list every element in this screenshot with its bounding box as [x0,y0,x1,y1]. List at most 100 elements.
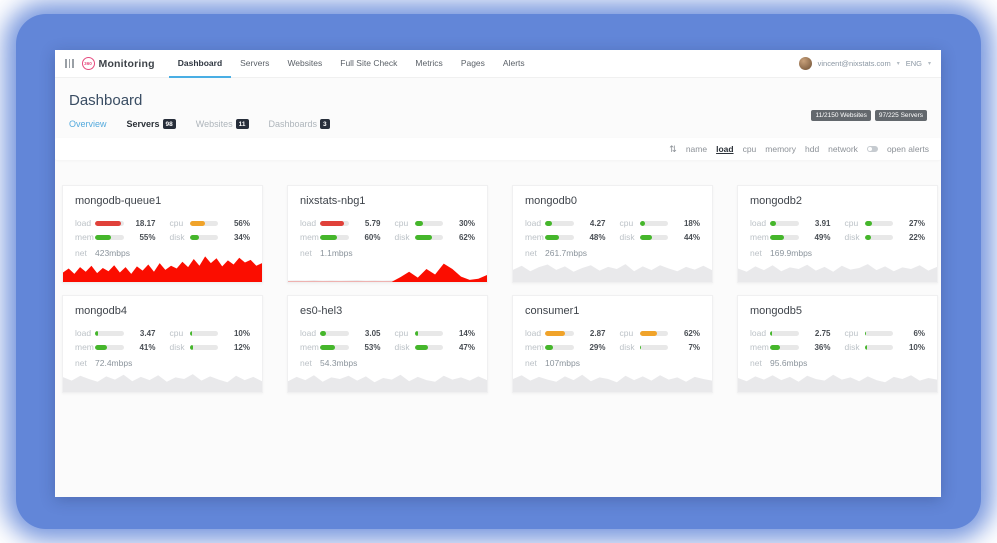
load-label: load [750,218,770,228]
load-metric: load 2.87 [525,328,606,338]
open-alerts-label[interactable]: open alerts [887,144,929,154]
avatar[interactable] [799,57,812,70]
mem-metric: mem 49% [750,232,831,242]
nav-item-full-site-check[interactable]: Full Site Check [331,50,406,78]
tab-label: Websites [196,119,233,129]
load-value: 2.87 [580,329,606,338]
load-metric: load 2.75 [750,328,831,338]
server-card[interactable]: nixstats-nbg1 load 5.79 cpu 30% mem [287,185,488,283]
disk-metric: disk 44% [620,232,701,242]
tab-dashboards[interactable]: Dashboards3 [269,119,330,129]
tab-websites[interactable]: Websites11 [196,119,249,129]
server-card[interactable]: mongodb-queue1 load 18.17 cpu 56% mem [62,185,263,283]
server-card[interactable]: mongodb0 load 4.27 cpu 18% mem 48% [512,185,713,283]
nav-item-servers[interactable]: Servers [231,50,278,78]
mem-bar [545,345,574,350]
disk-value: 22% [899,233,925,242]
sort-option-name[interactable]: name [686,144,707,154]
cpu-bar [640,331,669,336]
server-metrics: load 18.17 cpu 56% mem 55% disk [63,207,262,258]
cpu-value: 27% [899,219,925,228]
server-name: mongodb2 [738,186,937,207]
disk-label: disk [620,232,640,242]
load-metric: load 4.27 [525,218,606,228]
open-alerts-toggle[interactable] [867,146,878,152]
nav-item-metrics[interactable]: Metrics [406,50,451,78]
sort-option-memory[interactable]: memory [765,144,796,154]
disk-metric: disk 10% [845,342,926,352]
sort-option-load[interactable]: load [716,144,733,154]
sort-option-cpu[interactable]: cpu [743,144,757,154]
chevron-down-icon: ▾ [897,60,900,67]
apps-grid-icon[interactable] [65,59,74,68]
load-metric: load 3.05 [300,328,381,338]
mem-bar [95,345,124,350]
page: 360 Monitoring DashboardServersWebsitesF… [0,0,997,543]
server-metrics: load 3.91 cpu 27% mem 49% disk [738,207,937,258]
cpu-metric: cpu 62% [620,328,701,338]
server-name: mongodb4 [63,296,262,317]
disk-label: disk [395,342,415,352]
load-bar [770,221,799,226]
disk-label: disk [170,232,190,242]
tab-label: Dashboards [269,119,318,129]
nav-item-pages[interactable]: Pages [452,50,494,78]
server-card[interactable]: mongodb5 load 2.75 cpu 6% mem 36% [737,295,938,393]
mem-value: 55% [130,233,156,242]
nav-item-websites[interactable]: Websites [278,50,331,78]
cpu-label: cpu [395,328,415,338]
disk-label: disk [845,342,865,352]
mem-value: 36% [805,343,831,352]
language-menu[interactable]: ENG [906,59,922,68]
mem-metric: mem 48% [525,232,606,242]
disk-bar [865,345,894,350]
disk-value: 34% [224,233,250,242]
disk-metric: disk 22% [845,232,926,242]
mem-value: 53% [355,343,381,352]
disk-bar [415,235,444,240]
tab-servers[interactable]: Servers98 [127,119,176,129]
disk-metric: disk 62% [395,232,476,242]
load-metric: load 18.17 [75,218,156,228]
tab-overview[interactable]: Overview [69,119,107,129]
tab-count-badge: 3 [320,119,330,129]
cpu-bar [190,331,219,336]
disk-value: 44% [674,233,700,242]
quota-badge[interactable]: 97/225 Servers [875,110,927,121]
sort-option-hdd[interactable]: hdd [805,144,819,154]
server-card[interactable]: consumer1 load 2.87 cpu 62% mem 29% [512,295,713,393]
logo-360-icon: 360 [82,57,95,70]
load-bar [95,221,124,226]
quota-badges: 11/2150 Websites 97/225 Servers [811,110,927,121]
server-card[interactable]: mongodb4 load 3.47 cpu 10% mem 41% [62,295,263,393]
mem-label: mem [525,232,545,242]
cpu-label: cpu [170,328,190,338]
nav-item-alerts[interactable]: Alerts [494,50,534,78]
cpu-bar [415,221,444,226]
server-metrics: load 3.05 cpu 14% mem 53% disk [288,317,487,368]
cpu-metric: cpu 56% [170,218,251,228]
sort-option-network[interactable]: network [828,144,858,154]
user-email-menu[interactable]: vincent@nixstats.com [818,59,891,68]
cpu-metric: cpu 18% [620,218,701,228]
disk-value: 10% [899,343,925,352]
disk-bar [640,235,669,240]
mem-metric: mem 60% [300,232,381,242]
server-card[interactable]: mongodb2 load 3.91 cpu 27% mem 49% [737,185,938,283]
mem-value: 41% [130,343,156,352]
cpu-bar [415,331,444,336]
cpu-bar [640,221,669,226]
disk-bar [190,235,219,240]
mem-label: mem [300,342,320,352]
nav-item-dashboard[interactable]: Dashboard [169,50,231,78]
disk-metric: disk 12% [170,342,251,352]
page-header: Dashboard 11/2150 Websites97/225 Servers [55,78,941,109]
server-card[interactable]: es0-hel3 load 3.05 cpu 14% mem 53% [287,295,488,393]
cpu-value: 62% [674,329,700,338]
load-sparkline [288,365,487,392]
cpu-bar [865,221,894,226]
quota-badge[interactable]: 11/2150 Websites [811,110,870,121]
brand-logo[interactable]: 360 Monitoring [82,57,155,70]
disk-value: 62% [449,233,475,242]
disk-value: 12% [224,343,250,352]
